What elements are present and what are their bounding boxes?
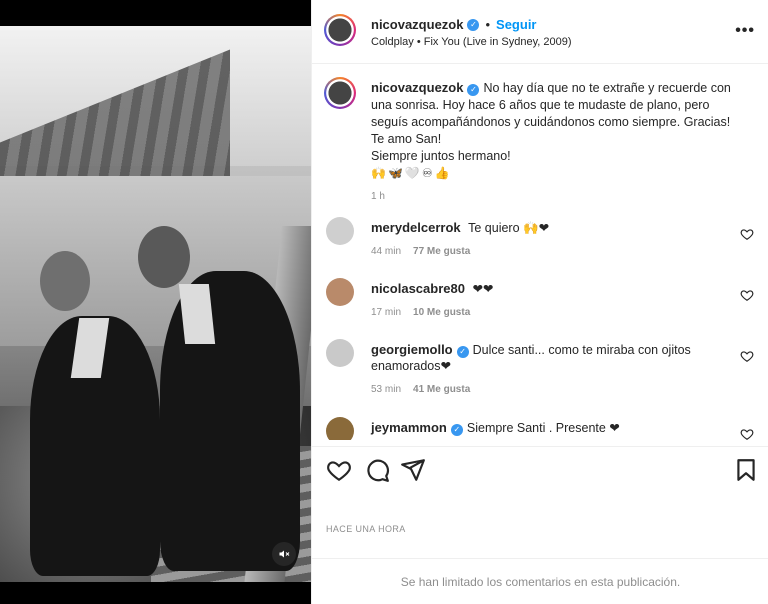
comment-body: jeymammon ✓ Siempre Santi . Presente ❤: [371, 420, 711, 436]
share-icon[interactable]: [400, 457, 426, 483]
more-options-icon[interactable]: •••: [735, 22, 755, 40]
speaker-muted-icon: [279, 550, 290, 558]
comment-text: ❤❤: [472, 282, 494, 296]
comment-meta: 44 min 77 Me gusta: [371, 244, 711, 260]
follow-button[interactable]: Seguir: [496, 17, 536, 32]
caption-time: 1 h: [371, 191, 385, 202]
comment-body: merydelcerrok Te quiero 🙌❤ 44 min 77 Me …: [371, 220, 711, 260]
commenter-avatar[interactable]: [326, 278, 354, 306]
post-header: nicovazquezok ✓ • Seguir Coldplay • Fix …: [312, 0, 768, 64]
verified-icon: ✓: [467, 18, 480, 31]
comments-section: nicovazquezok ✓ No hay día que no te extra…: [312, 65, 768, 440]
comment-text: Te quiero 🙌❤: [468, 221, 550, 235]
commenter-avatar[interactable]: [326, 217, 354, 245]
like-comment-heart-icon[interactable]: [740, 227, 754, 241]
caption-body: nicovazquezok ✓ No hay día que no te extra…: [371, 79, 746, 205]
comment-item: nicolascabre80 ❤❤ 17 min 10 Me gusta: [324, 278, 754, 328]
comment-time: 53 min: [371, 384, 402, 395]
commenter-username[interactable]: merydelcerrok: [371, 220, 461, 235]
action-bar: [312, 446, 768, 492]
audio-track[interactable]: Coldplay • Fix You (Live in Sydney, 2009…: [371, 36, 572, 48]
commenter-username[interactable]: nicolascabre80: [371, 281, 465, 296]
caption-emojis: 🙌🦋🤍♾👍: [371, 166, 452, 180]
comment-text: Siempre Santi . Presente ❤: [466, 421, 620, 435]
commenter-avatar[interactable]: [326, 339, 354, 367]
commenter-username[interactable]: jeymammon: [371, 420, 447, 435]
comment-likes[interactable]: 10 Me gusta: [413, 305, 470, 321]
comment-likes[interactable]: 77 Me gusta: [413, 244, 470, 260]
comment-body: georgiemollo ✓ Dulce santi... como te mira…: [371, 342, 711, 398]
post-photo[interactable]: [0, 26, 311, 582]
like-comment-heart-icon[interactable]: [740, 349, 754, 363]
comment-icon[interactable]: [364, 457, 390, 483]
verified-icon: ✓: [467, 84, 480, 96]
save-bookmark-icon[interactable]: [733, 457, 759, 483]
photo-shirt-right: [178, 284, 216, 344]
photo-head-left: [40, 251, 90, 311]
comments-limited-notice: Se han limitado los comentarios en esta …: [312, 558, 768, 604]
author-line: nicovazquezok ✓ • Seguir: [371, 17, 537, 32]
commenter-username[interactable]: georgiemollo: [371, 342, 453, 357]
author-username[interactable]: nicovazquezok: [371, 17, 463, 32]
photo-person-right: [160, 271, 300, 571]
caption-username[interactable]: nicovazquezok: [371, 80, 463, 95]
like-comment-heart-icon[interactable]: [740, 288, 754, 302]
caption-avatar[interactable]: [324, 77, 356, 109]
comment-meta: 53 min 41 Me gusta: [371, 382, 711, 398]
comment-time: 17 min: [371, 307, 402, 318]
verified-icon: ✓: [450, 424, 463, 436]
post-timestamp: HACE UNA HORA: [326, 524, 406, 534]
verified-icon: ✓: [456, 346, 469, 358]
comment-body: nicolascabre80 ❤❤ 17 min 10 Me gusta: [371, 281, 711, 321]
like-comment-heart-icon[interactable]: [740, 427, 754, 440]
author-avatar[interactable]: [324, 14, 356, 46]
comment-time: 44 min: [371, 246, 402, 257]
comment-meta: 17 min 10 Me gusta: [371, 305, 711, 321]
comment-item: georgiemollo ✓ Dulce santi... como te mira…: [324, 339, 754, 399]
post-media: [0, 0, 311, 604]
like-heart-icon[interactable]: [326, 457, 352, 483]
comment-item: jeymammon ✓ Siempre Santi . Presente ❤: [324, 417, 754, 440]
post-panel: nicovazquezok ✓ • Seguir Coldplay • Fix …: [311, 0, 768, 604]
separator-dot: •: [485, 17, 491, 32]
comment-item: merydelcerrok Te quiero 🙌❤ 44 min 77 Me …: [324, 217, 754, 267]
comment-likes[interactable]: 41 Me gusta: [413, 382, 470, 398]
mute-button[interactable]: [272, 542, 296, 566]
commenter-avatar[interactable]: [326, 417, 354, 440]
photo-head-right: [138, 226, 190, 288]
